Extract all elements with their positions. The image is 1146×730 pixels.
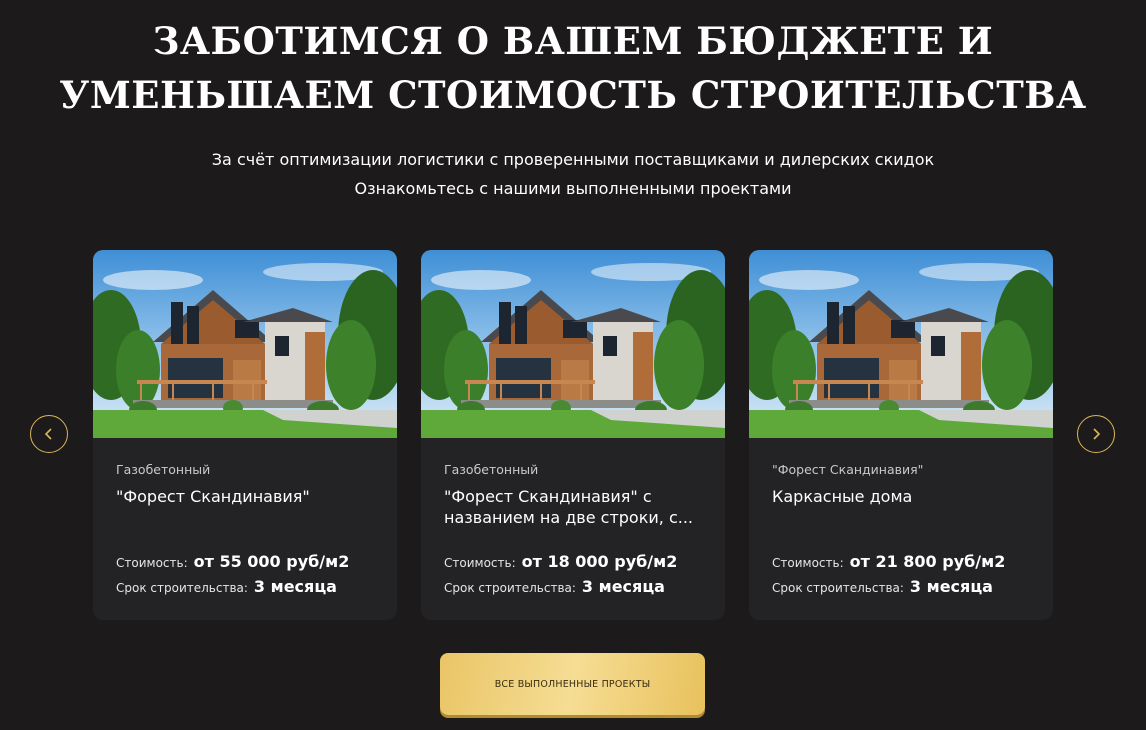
project-photo — [749, 250, 1053, 438]
page: ЗАБОТИМСЯ О ВАШЕМ БЮДЖЕТЕ И УМЕНЬШАЕМ СТ… — [0, 0, 1146, 730]
project-term-row: Срок строительства: 3 месяца — [116, 577, 337, 596]
project-name: "Форест Скандинавия" с названием на две … — [444, 487, 693, 527]
carousel-prev-button[interactable] — [30, 415, 68, 453]
project-card[interactable]: "Форест Скандинавия" Каркасные дома Стои… — [749, 250, 1053, 620]
term-value: 3 месяца — [581, 577, 665, 596]
all-projects-button[interactable]: ВСЕ ВЫПОЛНЕННЫЕ ПРОЕКТЫ — [440, 653, 705, 715]
project-price-row: Стоимость: от 18 000 руб/м2 — [444, 552, 677, 571]
project-card[interactable]: Газобетонный "Форест Скандинавия" Стоимо… — [93, 250, 397, 620]
price-value: от 55 000 руб/м2 — [193, 552, 350, 571]
project-term-row: Срок строительства: 3 месяца — [444, 577, 665, 596]
price-value: от 21 800 руб/м2 — [849, 552, 1006, 571]
chevron-right-icon — [1093, 428, 1101, 440]
term-label: Срок строительства: — [444, 581, 576, 595]
project-term-row: Срок строительства: 3 месяца — [772, 577, 993, 596]
project-category: "Форест Скандинавия" — [772, 462, 924, 477]
term-label: Срок строительства: — [772, 581, 904, 595]
price-label: Стоимость: — [444, 556, 516, 570]
price-label: Стоимость: — [772, 556, 844, 570]
price-value: от 18 000 руб/м2 — [521, 552, 678, 571]
term-value: 3 месяца — [909, 577, 993, 596]
chevron-left-icon — [44, 428, 52, 440]
project-price-row: Стоимость: от 21 800 руб/м2 — [772, 552, 1005, 571]
term-value: 3 месяца — [253, 577, 337, 596]
project-category: Газобетонный — [444, 462, 539, 477]
project-name: Каркасные дома — [772, 487, 913, 506]
project-category: Газобетонный — [116, 462, 211, 477]
price-label: Стоимость: — [116, 556, 188, 570]
all-projects-button-label: ВСЕ ВЫПОЛНЕННЫЕ ПРОЕКТЫ — [494, 678, 651, 690]
project-card[interactable]: Газобетонный "Форест Скандинавия" с назв… — [421, 250, 725, 620]
page-title: ЗАБОТИМСЯ О ВАШЕМ БЮДЖЕТЕ И УМЕНЬШАЕМ СТ… — [0, 14, 1146, 122]
carousel-next-button[interactable] — [1077, 415, 1115, 453]
page-subtitle: За счёт оптимизации логистики с проверен… — [0, 145, 1146, 203]
project-photo — [93, 250, 397, 438]
page-subtitle-line1: За счёт оптимизации логистики с проверен… — [211, 150, 935, 169]
page-subtitle-line2: Ознакомьтесь с нашими выполненными проек… — [354, 179, 792, 198]
page-title-line1: ЗАБОТИМСЯ О ВАШЕМ БЮДЖЕТЕ И — [152, 19, 994, 63]
page-title-line2: УМЕНЬШАЕМ СТОИМОСТЬ СТРОИТЕЛЬСТВА — [59, 73, 1087, 117]
term-label: Срок строительства: — [116, 581, 248, 595]
project-photo — [421, 250, 725, 438]
project-name: "Форест Скандинавия" — [116, 487, 310, 506]
project-price-row: Стоимость: от 55 000 руб/м2 — [116, 552, 349, 571]
